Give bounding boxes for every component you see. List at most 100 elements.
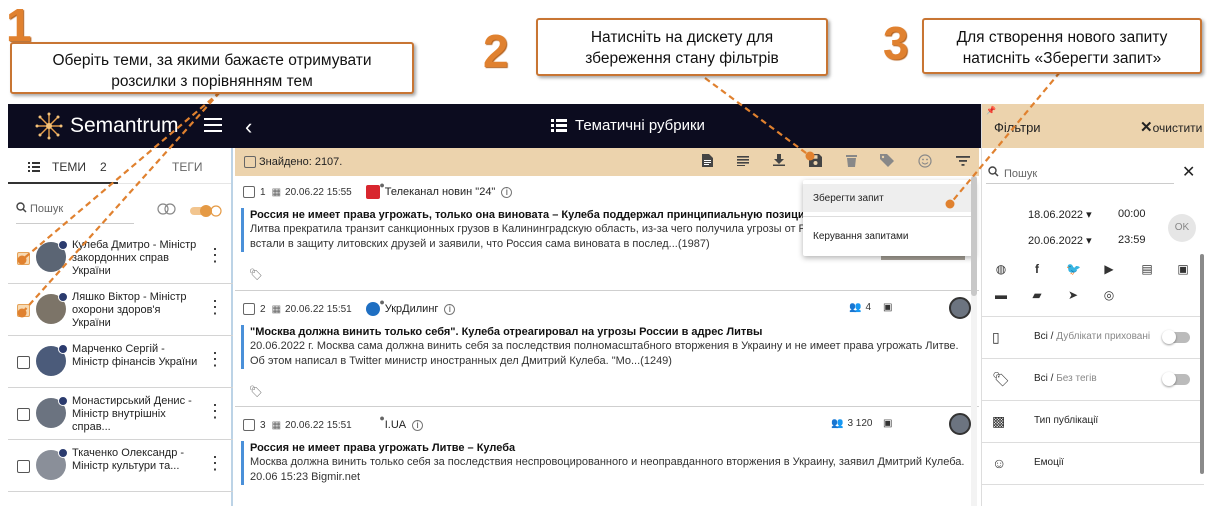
theme-checkbox[interactable] [17, 252, 30, 265]
article-card[interactable]: 3 ▦ 20.06.22 15:51 ● I.UA i 👥 3 120 ▣ Ро… [235, 407, 979, 506]
tags-filter[interactable]: 🏷 Всі / Без тегів [982, 358, 1204, 400]
info-icon[interactable]: i [412, 419, 424, 431]
article-checkbox[interactable] [243, 303, 255, 315]
active-tab-indicator [8, 182, 118, 184]
article-checkbox[interactable] [243, 419, 255, 431]
article-meta: 3 ▦ 20.06.22 15:51 ● I.UA i [243, 413, 424, 433]
date-from[interactable]: 18.06.2022 ▾ [1028, 208, 1092, 221]
results-scrollbar-thumb[interactable] [971, 176, 977, 296]
article-source[interactable]: I.UA [385, 419, 406, 431]
filters-search-input[interactable]: Пошук [986, 162, 1174, 184]
theme-item[interactable]: Марченко Сергій - Міністр фінансів Украї… [8, 336, 233, 388]
theme-checkbox[interactable] [17, 304, 30, 317]
globe-icon: ● [379, 180, 385, 190]
clear-label: очистити [1152, 121, 1203, 135]
tag-icon[interactable] [879, 154, 895, 170]
calendar-icon: ▦ [271, 303, 282, 315]
close-icon[interactable]: ✕ [1182, 162, 1195, 182]
radio-icon[interactable]: ▬ [994, 288, 1008, 302]
tab-tags[interactable]: ТЕГИ [172, 160, 202, 174]
article-title[interactable]: "Москва должна винить только себя". Куле… [250, 325, 971, 339]
facebook-icon[interactable]: f [1030, 262, 1044, 276]
tags-toggle[interactable] [1162, 372, 1190, 386]
tag-icon[interactable]: 🏷 [249, 385, 263, 398]
video-icon[interactable]: ▣ [1176, 262, 1190, 276]
clear-filters-button[interactable]: ✕очистити [1140, 118, 1202, 136]
time-from[interactable]: 00:00 [1118, 208, 1146, 220]
document-search-icon[interactable]: ▣ [883, 302, 892, 313]
filter-sort-icon[interactable] [955, 154, 971, 170]
time-to[interactable]: 23:59 [1118, 234, 1146, 246]
more-vert-icon[interactable]: ⋮ [206, 454, 224, 472]
download-icon[interactable] [771, 154, 787, 170]
document-search-icon[interactable]: ▣ [883, 418, 892, 429]
manage-queries-item[interactable]: Керування запитами [803, 222, 975, 250]
trash-icon[interactable] [843, 154, 859, 170]
theme-item[interactable]: Ткаченко Олександр - Міністр культури та… [8, 440, 233, 492]
publication-type-filter[interactable]: ▩ Тип публікації [982, 400, 1204, 442]
youtube-icon[interactable]: ▶ [1102, 262, 1116, 276]
verified-icon [58, 396, 68, 406]
more-vert-icon[interactable]: ⋮ [206, 246, 224, 264]
date-to-value: 20.06.2022 [1028, 235, 1084, 247]
semantrum-logo[interactable]: Semantrum [34, 112, 179, 140]
web-icon[interactable]: ◍ [994, 262, 1008, 276]
article-checkbox[interactable] [243, 186, 255, 198]
theme-item[interactable]: Монастирський Денис - Міністр внутрішніх… [8, 388, 233, 440]
more-vert-icon[interactable]: ⋮ [206, 350, 224, 368]
date-to[interactable]: 20.06.2022 ▾ [1028, 234, 1092, 247]
save-query-item[interactable]: Зберегти запит [803, 184, 975, 212]
info-icon[interactable]: i [501, 186, 513, 198]
duplicates-label: Всі / Дублікати приховані [1034, 331, 1150, 342]
step-2-callout: Натисніть на дискету для збереження стан… [536, 18, 828, 76]
menu-icon[interactable] [204, 118, 222, 132]
text-lines-icon[interactable] [735, 154, 751, 170]
themes-search[interactable]: Пошук [8, 196, 233, 226]
instagram-icon[interactable]: ◎ [1102, 288, 1116, 302]
emotions-label: Емоції [1034, 457, 1064, 468]
top-navbar: Semantrum ‹ Тематичні рубрики [8, 104, 981, 148]
telegram-icon[interactable]: ➤ [1066, 288, 1080, 302]
reach: 👥 4 [849, 302, 871, 313]
list-icon [551, 119, 567, 132]
article-card[interactable]: 2 ▦ 20.06.22 15:51 ● УкрДилинг i 👥 4 ▣ "… [235, 291, 979, 407]
info-icon[interactable]: i [444, 303, 456, 315]
theme-item[interactable]: Ляшко Віктор - Міністр охорони здоров'я … [8, 284, 233, 336]
theme-item[interactable]: Кулеба Дмитро - Міністр закордонних спра… [8, 232, 233, 284]
forum-icon[interactable]: ▰ [1030, 288, 1044, 302]
tag-icon[interactable]: 🏷 [249, 268, 263, 281]
theme-checkbox[interactable] [17, 408, 30, 421]
article-source[interactable]: Телеканал новин "24" [385, 186, 496, 198]
theme-checkbox[interactable] [17, 356, 30, 369]
more-vert-icon[interactable]: ⋮ [206, 402, 224, 420]
article-title[interactable]: Россия не имеет права угрожать Литве – К… [250, 441, 971, 455]
found-count: Знайдено: 2107. [259, 156, 343, 168]
article-meta: 2 ▦ 20.06.22 15:51 ● УкрДилинг i [243, 297, 456, 317]
chevron-left-icon[interactable]: ‹ [245, 114, 252, 140]
document-icon[interactable] [699, 154, 715, 170]
theme-checkbox[interactable] [17, 460, 30, 473]
filters-scrollbar[interactable] [1200, 254, 1204, 474]
more-vert-icon[interactable]: ⋮ [206, 298, 224, 316]
duplicates-filter[interactable]: ▯ Всі / Дублікати приховані [982, 316, 1204, 358]
globe-icon: ● [379, 297, 385, 307]
duplicates-toggle[interactable] [1162, 330, 1190, 344]
emotion-icon[interactable] [917, 154, 933, 170]
twitter-icon[interactable]: 🐦 [1066, 262, 1081, 276]
emotions-filter[interactable]: ☺ Емоції [982, 442, 1204, 484]
union-toggle[interactable] [188, 204, 222, 218]
filters-header: 📌 Фільтри ✕очистити [982, 104, 1204, 148]
tags-sub: Без тегів [1056, 373, 1097, 384]
tags-label: Всі / Без тегів [1034, 373, 1097, 384]
page-title: Тематичні рубрики [551, 117, 705, 134]
pin-icon[interactable]: 📌 [986, 106, 996, 115]
intersection-icon[interactable] [156, 202, 178, 216]
tab-themes[interactable]: ТЕМИ 2 [28, 160, 107, 174]
floppy-disk-icon[interactable] [807, 154, 823, 170]
ok-button[interactable]: OK [1168, 214, 1196, 242]
results-panel: Знайдено: 2107. 1 ▦ 20.06.22 15:55 ● Тел… [235, 148, 979, 506]
news-icon[interactable]: ▤ [1140, 262, 1154, 276]
theme-name: Ткаченко Олександр - Міністр культури та… [72, 447, 185, 472]
article-source[interactable]: УкрДилинг [385, 303, 439, 315]
select-all-checkbox[interactable] [244, 156, 256, 168]
